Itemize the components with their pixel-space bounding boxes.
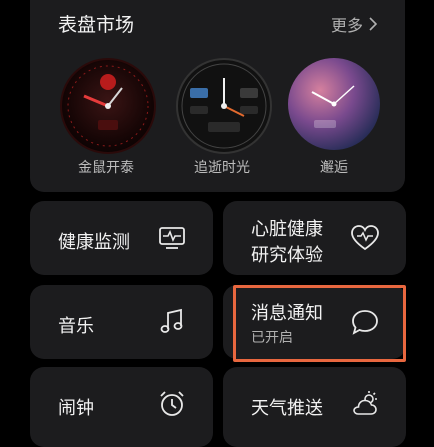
music-tile[interactable]: 音乐 bbox=[30, 285, 213, 359]
alarm-clock-icon bbox=[160, 391, 184, 416]
weather-icon bbox=[353, 391, 377, 415]
weather-tile[interactable]: 天气推送 bbox=[223, 367, 406, 447]
health-monitor-tile[interactable]: 健康监测 bbox=[30, 201, 213, 275]
watch-face-2-label: 追逝时光 bbox=[194, 160, 250, 176]
notifications-highlight-box bbox=[233, 285, 406, 362]
heart-monitor-icon bbox=[159, 227, 185, 249]
watch-face-3-label: 邂逅 bbox=[320, 160, 348, 176]
heart-pulse-icon bbox=[351, 225, 379, 251]
weather-label: 天气推送 bbox=[251, 398, 323, 419]
more-label: 更多 bbox=[330, 16, 363, 35]
heart-study-tile[interactable]: 心脏健康 研究体验 bbox=[223, 201, 406, 275]
watch-face-3[interactable] bbox=[288, 58, 380, 150]
music-note-icon bbox=[160, 308, 183, 333]
alarm-label: 闹钟 bbox=[58, 398, 94, 419]
health-monitor-label: 健康监测 bbox=[58, 232, 130, 253]
watch-face-1-art bbox=[67, 65, 149, 147]
watch-face-2[interactable] bbox=[176, 58, 272, 154]
watch-face-2-art bbox=[181, 63, 267, 149]
heart-study-label-line2: 研究体验 bbox=[251, 245, 323, 266]
watch-face-3-art bbox=[311, 85, 355, 128]
watch-face-market-card: 表盘市场 更多 金鼠开泰 追逝时光 邂逅 bbox=[30, 0, 405, 192]
watch-face-1-label: 金鼠开泰 bbox=[78, 160, 134, 176]
alarm-tile[interactable]: 闹钟 bbox=[30, 367, 213, 447]
music-label: 音乐 bbox=[58, 316, 94, 337]
chevron-right-icon bbox=[369, 17, 377, 31]
more-link[interactable]: 更多 bbox=[331, 12, 377, 36]
watch-face-1[interactable] bbox=[60, 58, 156, 154]
market-title: 表盘市场 bbox=[58, 14, 135, 36]
heart-study-label-line1: 心脏健康 bbox=[251, 219, 323, 240]
